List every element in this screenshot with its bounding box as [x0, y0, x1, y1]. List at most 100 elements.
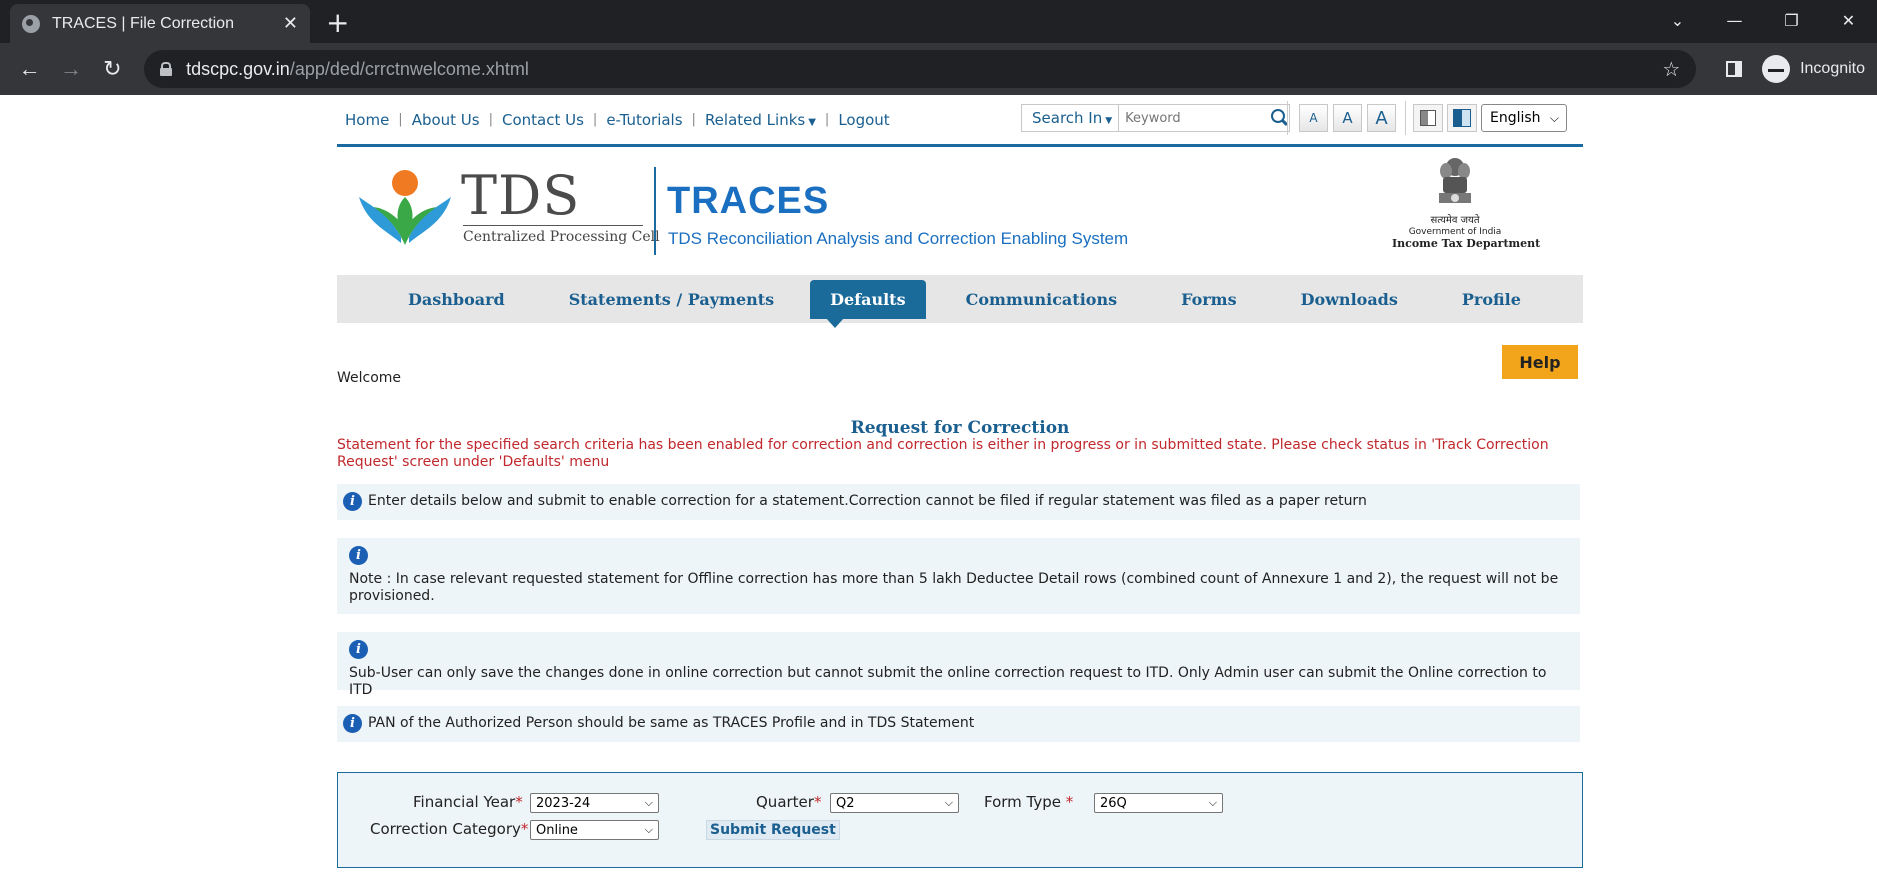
- correction-category-value: Online: [536, 822, 578, 838]
- lock-icon[interactable]: [160, 62, 173, 76]
- browser-tab-bar: TRACES | File Correction ✕ + ⌄ — ❐ ✕: [0, 0, 1877, 43]
- nav-defaults[interactable]: Defaults: [810, 279, 926, 328]
- chevron-down-icon: ⌵: [644, 796, 653, 809]
- nav-downloads[interactable]: Downloads: [1301, 290, 1398, 309]
- financial-year-value: 2023-24: [536, 795, 591, 811]
- caret-down-icon: ▼: [1105, 116, 1113, 126]
- link-separator: |: [824, 112, 830, 127]
- link-separator: |: [488, 112, 493, 127]
- nav-forms[interactable]: Forms: [1181, 290, 1237, 309]
- back-icon[interactable]: ←: [12, 56, 47, 82]
- form-type-value: 26Q: [1100, 795, 1127, 811]
- submit-request-button[interactable]: Submit Request: [706, 820, 840, 840]
- tds-logo-icon: [359, 170, 451, 245]
- incognito-icon: [1762, 55, 1791, 83]
- info-panel-details: i Enter details below and submit to enabl…: [337, 484, 1580, 520]
- banner-divider: [654, 167, 656, 255]
- financial-year-select[interactable]: 2023-24 ⌵: [530, 793, 659, 813]
- browser-tab[interactable]: TRACES | File Correction ✕: [10, 4, 310, 43]
- minimize-icon[interactable]: —: [1706, 11, 1763, 30]
- close-window-icon[interactable]: ✕: [1820, 11, 1877, 30]
- traces-page: Home | About Us | Contact Us | e-Tutoria…: [337, 95, 1583, 868]
- quarter-label: Quarter*: [756, 793, 821, 811]
- financial-year-label: Financial Year*: [413, 793, 523, 811]
- home-link[interactable]: Home: [345, 111, 389, 129]
- logout-link[interactable]: Logout: [838, 111, 889, 129]
- nav-statements-payments[interactable]: Statements / Payments: [569, 290, 774, 309]
- incognito-indicator[interactable]: Incognito: [1762, 55, 1865, 83]
- info-panel-pan: i PAN of the Authorized Person should be …: [337, 706, 1580, 742]
- link-separator: |: [691, 112, 696, 127]
- about-us-link[interactable]: About Us: [412, 111, 480, 129]
- tab-title: TRACES | File Correction: [52, 14, 234, 32]
- national-emblem: सत्यमेव जयते Government of India Income …: [1392, 155, 1540, 250]
- restore-icon[interactable]: ❐: [1763, 11, 1820, 30]
- tds-subtitle: Centralized Processing Cell: [463, 229, 660, 245]
- contrast-toggle-blue[interactable]: [1447, 104, 1477, 132]
- search-scope-label: Search In: [1032, 109, 1103, 127]
- forward-icon[interactable]: →: [53, 56, 88, 82]
- header-banner: TDS Centralized Processing Cell TRACES T…: [337, 147, 1583, 275]
- side-panel-icon[interactable]: [1726, 61, 1743, 77]
- emblem-icon: [1439, 158, 1471, 203]
- url-path: /app/ded/crrctnwelcome.xhtml: [289, 58, 529, 79]
- form-type-select[interactable]: 26Q ⌵: [1094, 793, 1223, 813]
- search-input[interactable]: [1119, 105, 1270, 131]
- font-normal-button[interactable]: A: [1333, 104, 1362, 132]
- traces-subtitle: TDS Reconciliation Analysis and Correcti…: [668, 229, 1129, 248]
- close-tab-icon[interactable]: ✕: [283, 13, 298, 34]
- caret-down-icon: ▼: [808, 116, 816, 128]
- info-text: Sub-User can only save the changes done …: [349, 665, 1547, 698]
- quarter-value: Q2: [836, 795, 855, 811]
- e-tutorials-link[interactable]: e-Tutorials: [606, 111, 682, 129]
- new-tab-icon[interactable]: +: [326, 6, 349, 39]
- nav-dashboard[interactable]: Dashboard: [408, 290, 505, 309]
- error-message: Statement for the specified search crite…: [337, 437, 1549, 470]
- contrast-blue-icon: [1453, 109, 1471, 127]
- search-scope-dropdown[interactable]: Search In ▼: [1022, 105, 1120, 131]
- chevron-down-icon: ⌵: [1208, 796, 1217, 809]
- info-icon: i: [343, 492, 362, 511]
- nav-profile[interactable]: Profile: [1462, 290, 1521, 309]
- reload-icon[interactable]: ↻: [95, 56, 130, 82]
- info-icon: i: [349, 546, 368, 565]
- nav-communications[interactable]: Communications: [966, 290, 1118, 309]
- info-text: PAN of the Authorized Person should be s…: [368, 715, 975, 731]
- welcome-text: Welcome: [337, 370, 402, 386]
- correction-category-label-text: Correction Category: [370, 820, 521, 838]
- window-controls: ⌄ — ❐ ✕: [1649, 0, 1877, 40]
- chevron-down-icon: ⌵: [1549, 110, 1559, 125]
- help-button[interactable]: Help: [1502, 345, 1578, 379]
- info-panel-offline-note: i Note : In case relevant requested stat…: [337, 538, 1580, 614]
- url-bar[interactable]: tdscpc.gov.in/app/ded/crrctnwelcome.xhtm…: [144, 50, 1697, 88]
- info-text: Note : In case relevant requested statem…: [349, 571, 1559, 604]
- chevron-down-icon: ⌵: [944, 796, 953, 809]
- contrast-grey-icon: [1420, 110, 1436, 126]
- financial-year-label-text: Financial Year: [413, 793, 516, 811]
- required-mark: *: [520, 820, 529, 838]
- language-select[interactable]: English ⌵: [1481, 104, 1567, 132]
- contrast-toggle-grey[interactable]: [1413, 104, 1443, 132]
- divider: [1405, 101, 1406, 135]
- quarter-label-text: Quarter: [756, 793, 814, 811]
- info-panel-sub-user: i Sub-User can only save the changes don…: [337, 632, 1580, 698]
- chevron-down-icon: ⌵: [644, 823, 653, 836]
- correction-category-select[interactable]: Online ⌵: [530, 820, 659, 840]
- quarter-select[interactable]: Q2 ⌵: [830, 793, 959, 813]
- form-type-label-text: Form Type: [984, 793, 1062, 811]
- font-increase-button[interactable]: A: [1367, 104, 1396, 132]
- incognito-label: Incognito: [1800, 60, 1866, 77]
- info-icon: i: [349, 640, 368, 659]
- url-host: tdscpc.gov.in: [186, 58, 290, 79]
- contact-us-link[interactable]: Contact Us: [502, 111, 584, 129]
- tab-search-icon[interactable]: ⌄: [1649, 11, 1706, 30]
- font-decrease-button[interactable]: A: [1299, 104, 1328, 132]
- correction-request-form: Financial Year* 2023-24 ⌵ Quarter* Q2 ⌵ Fo…: [337, 772, 1583, 868]
- required-mark: *: [1065, 793, 1074, 811]
- main-navigation: Dashboard Statements / Payments Defaults…: [337, 275, 1583, 328]
- related-links-menu[interactable]: Related Links ▼: [705, 111, 816, 129]
- bookmark-star-icon[interactable]: ☆: [1662, 57, 1680, 82]
- tds-underline: [463, 225, 643, 226]
- required-mark: *: [813, 793, 822, 811]
- traces-title: TRACES: [667, 180, 830, 222]
